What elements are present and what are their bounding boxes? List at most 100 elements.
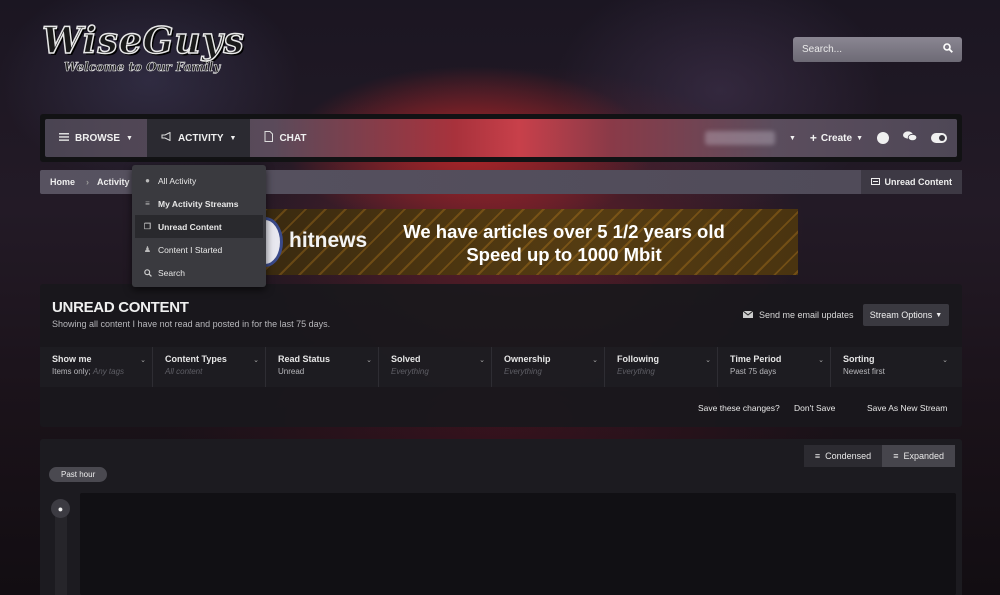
chevron-down-icon: ⌄ (818, 357, 824, 364)
filter-value-muted: Everything (617, 367, 655, 376)
megaphone-icon (161, 131, 172, 144)
list-icon: ≡ (145, 199, 150, 208)
save-changes-prompt: Save these changes? (698, 403, 780, 413)
nav-browse-label: Browse (75, 132, 120, 144)
banner-ad[interactable]: hitnews We have articles over 5 1/2 year… (265, 209, 798, 275)
nav-chat[interactable]: Chat (250, 119, 320, 157)
user-menu-redacted[interactable] (704, 131, 775, 145)
main-navbar: Browse ▼ Activity ▼ Chat ▼ + Create ▼ (40, 114, 962, 162)
filter-value-muted: All content (165, 367, 203, 376)
chevron-down-icon: ▼ (229, 134, 237, 142)
filter-value-text: Items only; (52, 367, 91, 376)
list-icon: ≡ (893, 451, 899, 461)
chevron-down-icon: ⌄ (592, 357, 598, 364)
results-panel: ≡ Condensed ≡ Expanded Past hour ● (40, 439, 962, 595)
ad-headline: We have articles over 5 1/2 years old Sp… (385, 220, 743, 266)
chevron-down-icon[interactable]: ▼ (789, 135, 796, 142)
ad-line-1: We have articles over 5 1/2 years old (403, 221, 725, 242)
filter-following[interactable]: Following Everything ⌄ (605, 347, 718, 387)
nav-browse[interactable]: Browse ▼ (45, 119, 147, 157)
inbox-icon (870, 177, 880, 187)
menu-item-search[interactable]: Search (135, 261, 263, 284)
create-button[interactable]: + Create ▼ (810, 131, 863, 145)
theme-toggle-icon[interactable] (931, 133, 947, 143)
logo-title: WiseGuys (41, 19, 245, 63)
chevron-down-icon: ⌄ (140, 357, 146, 364)
chevron-down-icon: ▼ (856, 134, 863, 142)
create-label: Create (820, 132, 853, 144)
condensed-label: Condensed (825, 451, 872, 461)
globe-icon[interactable] (877, 132, 889, 144)
filter-label: Read Status (278, 354, 331, 364)
filter-read-status[interactable]: Read Status Unread ⌄ (266, 347, 379, 387)
stream-options-label: Stream Options (869, 310, 933, 320)
filter-sorting[interactable]: Sorting Newest first ⌄ (831, 347, 962, 387)
filter-label: Following (617, 354, 659, 364)
search-input[interactable] (802, 44, 932, 55)
search-icon (143, 268, 152, 277)
chevron-down-icon: ⌄ (942, 357, 948, 364)
plus-icon: + (809, 131, 817, 145)
chevron-down-icon: ⌄ (253, 357, 259, 364)
user-plus-icon: ♟ (143, 245, 152, 254)
ad-line-2: Speed up to 1000 Mbit (466, 244, 662, 265)
result-item[interactable] (80, 493, 956, 595)
search-icon[interactable] (943, 43, 953, 56)
stream-options-button[interactable]: Stream Options ▼ (863, 304, 949, 326)
filter-label: Time Period (730, 354, 782, 364)
menu-item-content-i-started[interactable]: ♟ Content I Started (135, 238, 263, 261)
menu-item-label: Content I Started (158, 244, 223, 255)
filter-solved[interactable]: Solved Everything ⌄ (379, 347, 492, 387)
chevron-down-icon: ⌄ (705, 357, 711, 364)
page-description: Showing all content I have not read and … (52, 319, 331, 329)
filter-value-text: Past 75 days (730, 367, 777, 376)
filter-value-text: Newest first (843, 367, 885, 376)
filter-value-muted: Any tags (92, 367, 125, 376)
activity-dropdown-menu: ● All Activity ≡ My Activity Streams ❐ U… (132, 165, 266, 287)
unread-content-link[interactable]: Unread Content (860, 170, 962, 194)
save-as-new-stream-button[interactable]: Save As New Stream (867, 403, 947, 413)
filter-content-types[interactable]: Content Types All content ⌄ (153, 347, 266, 387)
filter-label: Solved (391, 354, 421, 364)
menu-item-my-activity-streams[interactable]: ≡ My Activity Streams (135, 192, 263, 215)
filter-label: Show me (52, 354, 92, 364)
chevron-down-icon: ▼ (126, 134, 133, 142)
envelope-icon (742, 310, 754, 320)
filter-show-me[interactable]: Show me Items only; Any tags ⌄ (40, 347, 153, 387)
menu-item-label: Search (158, 267, 185, 278)
filter-value-muted: Everything (504, 367, 542, 376)
nav-chat-label: Chat (279, 132, 307, 144)
logo-tagline: Welcome to Our Family (64, 60, 221, 75)
filter-value-muted: Everything (391, 367, 429, 376)
condensed-view-button[interactable]: ≡ Condensed (803, 445, 883, 467)
expanded-label: Expanded (903, 451, 944, 461)
dont-save-button[interactable]: Don't Save (794, 403, 835, 413)
page-title: UNREAD CONTENT (52, 299, 189, 316)
nav-activity[interactable]: Activity ▼ (146, 119, 251, 157)
filter-ownership[interactable]: Ownership Everything ⌄ (492, 347, 605, 387)
ad-logo-icon (265, 217, 283, 267)
globe-icon: ● (145, 176, 150, 185)
chat-page-icon (264, 131, 274, 145)
email-updates-link[interactable]: Send me email updates (742, 310, 854, 320)
filter-label: Sorting (843, 354, 875, 364)
menu-item-all-activity[interactable]: ● All Activity (135, 169, 263, 192)
expanded-view-button[interactable]: ≡ Expanded (882, 445, 955, 467)
site-logo[interactable]: WiseGuys Welcome to Our Family (41, 19, 245, 75)
filter-value-text: Unread (278, 367, 305, 376)
breadcrumb-home[interactable]: Home (40, 177, 89, 187)
menu-item-label: Unread Content (158, 221, 222, 232)
time-group-badge: Past hour (49, 467, 108, 482)
chevron-down-icon: ⌄ (366, 357, 372, 364)
email-updates-label: Send me email updates (759, 310, 854, 320)
filter-label: Ownership (504, 354, 551, 364)
stream-filters: Show me Items only; Any tags ⌄ Content T… (40, 347, 962, 387)
search-box[interactable] (793, 37, 962, 62)
comment-icon: ● (51, 499, 70, 518)
menu-item-unread-content[interactable]: ❐ Unread Content (135, 215, 263, 238)
filter-label: Content Types (165, 354, 227, 364)
filter-time-period[interactable]: Time Period Past 75 days ⌄ (718, 347, 831, 387)
messages-icon[interactable] (903, 131, 918, 145)
menu-item-label: All Activity (158, 175, 197, 186)
nav-activity-label: Activity (177, 132, 224, 144)
